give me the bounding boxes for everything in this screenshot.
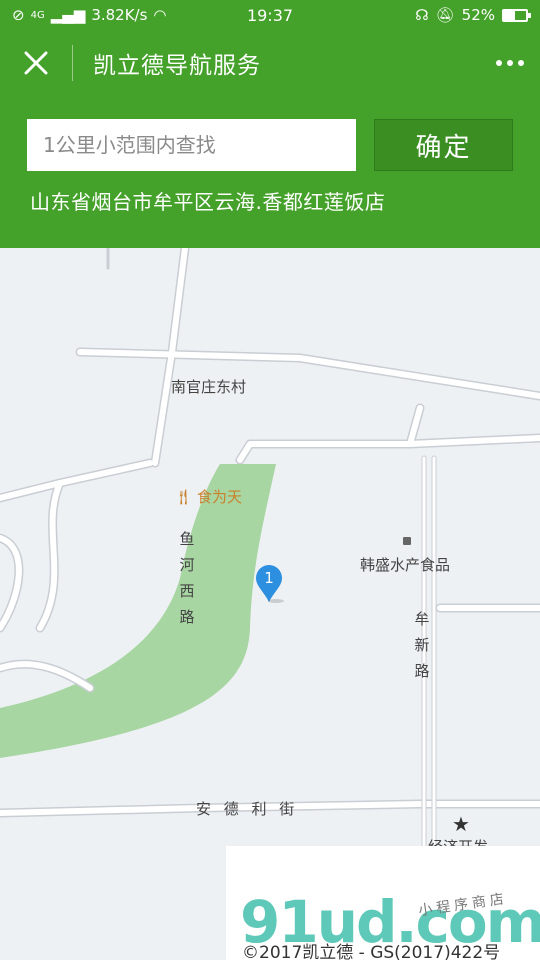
status-bar: ⊘ 4G ▂▄▆ 3.82K/s ◠ 19:37 ☊ 🔕︎ 52% (0, 0, 540, 30)
confirm-button[interactable]: 确定 (374, 119, 513, 171)
more-button[interactable] (480, 30, 540, 96)
marker-number: 1 (264, 569, 274, 587)
poi-dot-shop[interactable] (403, 537, 411, 545)
label-yuhe-road: 鱼 河 西 路 (179, 530, 195, 626)
label-street: 安 德 利 街 (196, 800, 299, 818)
page-title: 凯立德导航服务 (93, 53, 261, 79)
battery-icon (502, 8, 531, 22)
fork-knife-icon: 🍴︎ (174, 487, 194, 506)
network-type: 4G (30, 9, 45, 21)
close-button[interactable] (0, 30, 72, 96)
label-restaurant: 食为天 (197, 488, 243, 506)
poi-restaurant[interactable]: 🍴︎ 食为天 (174, 486, 242, 507)
signal-icon: ▂▄▆ (50, 6, 86, 24)
address-text: 山东省烟台市牟平区云海.香都红莲饭店 (30, 190, 386, 214)
network-speed: 3.82K/s (91, 6, 148, 24)
star-icon: ★ (452, 812, 470, 836)
headset-icon: ☊ (415, 6, 429, 24)
label-muxin-road: 牟 新 路 (414, 610, 430, 680)
wifi-icon: ◠ (153, 6, 167, 24)
title-bar: 凯立德导航服务 (0, 30, 540, 96)
label-shop: 韩盛水产食品 (360, 556, 451, 574)
green-area (0, 464, 276, 758)
map-copyright: ©2017凯立德 - GS(2017)422号 (242, 943, 501, 960)
location-marker[interactable]: 1 (254, 564, 284, 604)
mute-bell-icon: 🔕︎ (435, 6, 455, 24)
label-village: 南官庄东村 (171, 378, 247, 396)
more-dots-icon (496, 60, 502, 66)
map-view[interactable]: 南官庄东村 🍴︎ 食为天 鱼 河 西 路 韩盛水产食品 牟 新 路 1 安 德 … (0, 248, 540, 960)
header: 凯立德导航服务 确定 山东省烟台市牟平区云海.香都红莲饭店 (0, 30, 540, 248)
title-divider (72, 45, 73, 81)
close-icon (24, 51, 48, 75)
no-disturb-icon: ⊘ (12, 6, 25, 24)
battery-percent: 52% (461, 6, 495, 24)
search-input[interactable] (27, 119, 356, 171)
